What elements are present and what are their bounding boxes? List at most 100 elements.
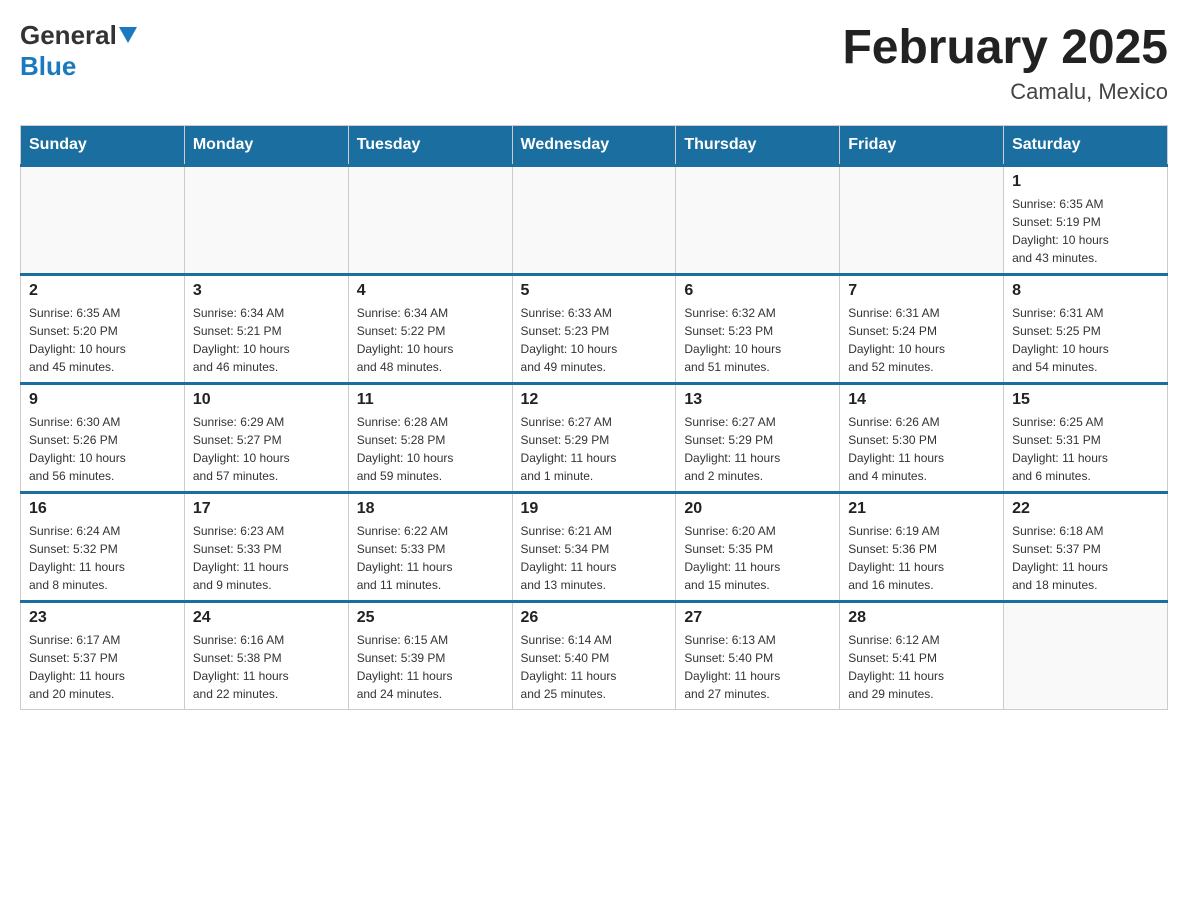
day-info: Sunrise: 6:23 AMSunset: 5:33 PMDaylight:… [193,522,340,594]
day-number: 8 [1012,282,1159,300]
calendar-cell [184,166,348,275]
calendar-cell: 17 Sunrise: 6:23 AMSunset: 5:33 PMDayligh… [184,493,348,602]
calendar-week-5: 23 Sunrise: 6:17 AMSunset: 5:37 PMDayligh… [21,602,1168,710]
calendar-cell: 27 Sunrise: 6:13 AMSunset: 5:40 PMDayligh… [676,602,840,710]
weekday-header-friday: Friday [840,126,1004,166]
calendar-cell: 20Sunrise: 6:20 AMSunset: 5:35 PMDayligh… [676,493,840,602]
day-info: Sunrise: 6:24 AMSunset: 5:32 PMDaylight:… [29,522,176,594]
day-info: Sunrise: 6:27 AMSunset: 5:29 PMDaylight:… [684,413,831,485]
calendar-cell: 1 Sunrise: 6:35 AMSunset: 5:19 PMDaylight… [1004,166,1168,275]
calendar-cell: 14 Sunrise: 6:26 AMSunset: 5:30 PMDayligh… [840,384,1004,493]
day-number: 12 [521,391,668,409]
calendar-week-3: 9 Sunrise: 6:30 AMSunset: 5:26 PMDaylight… [21,384,1168,493]
calendar-cell: 21Sunrise: 6:19 AMSunset: 5:36 PMDayligh… [840,493,1004,602]
weekday-header-sunday: Sunday [21,126,185,166]
day-number: 13 [684,391,831,409]
day-number: 1 [1012,173,1159,191]
day-number: 26 [521,609,668,627]
title-section: February 2025 Camalu, Mexico [842,20,1168,105]
calendar-cell [21,166,185,275]
day-info: Sunrise: 6:32 AMSunset: 5:23 PMDaylight:… [684,304,831,376]
day-number: 5 [521,282,668,300]
weekday-header-saturday: Saturday [1004,126,1168,166]
calendar-cell: 8 Sunrise: 6:31 AMSunset: 5:25 PMDaylight… [1004,275,1168,384]
calendar-cell: 2Sunrise: 6:35 AMSunset: 5:20 PMDaylight… [21,275,185,384]
calendar-cell: 26 Sunrise: 6:14 AMSunset: 5:40 PMDayligh… [512,602,676,710]
day-info: Sunrise: 6:26 AMSunset: 5:30 PMDaylight:… [848,413,995,485]
calendar-cell: 23 Sunrise: 6:17 AMSunset: 5:37 PMDayligh… [21,602,185,710]
location: Camalu, Mexico [842,79,1168,105]
day-number: 19 [521,500,668,518]
day-number: 14 [848,391,995,409]
day-info: Sunrise: 6:15 AMSunset: 5:39 PMDaylight:… [357,631,504,703]
day-number: 22 [1012,500,1159,518]
day-number: 10 [193,391,340,409]
day-number: 25 [357,609,504,627]
calendar-cell [1004,602,1168,710]
day-info: Sunrise: 6:13 AMSunset: 5:40 PMDaylight:… [684,631,831,703]
logo: General Blue [20,20,138,82]
calendar-cell: 25 Sunrise: 6:15 AMSunset: 5:39 PMDayligh… [348,602,512,710]
day-info: Sunrise: 6:34 AMSunset: 5:22 PMDaylight:… [357,304,504,376]
calendar-header: SundayMondayTuesdayWednesdayThursdayFrid… [21,126,1168,166]
day-number: 4 [357,282,504,300]
calendar-cell [840,166,1004,275]
day-info: Sunrise: 6:22 AMSunset: 5:33 PMDaylight:… [357,522,504,594]
calendar-cell: 28 Sunrise: 6:12 AMSunset: 5:41 PMDayligh… [840,602,1004,710]
day-info: Sunrise: 6:35 AMSunset: 5:20 PMDaylight:… [29,304,176,376]
calendar-cell: 18 Sunrise: 6:22 AMSunset: 5:33 PMDayligh… [348,493,512,602]
day-number: 21 [848,500,995,518]
day-number: 11 [357,391,504,409]
day-info: Sunrise: 6:30 AMSunset: 5:26 PMDaylight:… [29,413,176,485]
calendar-cell: 16 Sunrise: 6:24 AMSunset: 5:32 PMDayligh… [21,493,185,602]
day-info: Sunrise: 6:34 AMSunset: 5:21 PMDaylight:… [193,304,340,376]
calendar-table: SundayMondayTuesdayWednesdayThursdayFrid… [20,125,1168,710]
calendar-cell: 22 Sunrise: 6:18 AMSunset: 5:37 PMDayligh… [1004,493,1168,602]
day-info: Sunrise: 6:29 AMSunset: 5:27 PMDaylight:… [193,413,340,485]
day-number: 15 [1012,391,1159,409]
day-number: 7 [848,282,995,300]
calendar-week-1: 1 Sunrise: 6:35 AMSunset: 5:19 PMDaylight… [21,166,1168,275]
calendar-cell: 9 Sunrise: 6:30 AMSunset: 5:26 PMDaylight… [21,384,185,493]
day-info: Sunrise: 6:33 AMSunset: 5:23 PMDaylight:… [521,304,668,376]
day-info: Sunrise: 6:16 AMSunset: 5:38 PMDaylight:… [193,631,340,703]
day-info: Sunrise: 6:17 AMSunset: 5:37 PMDaylight:… [29,631,176,703]
calendar-cell [676,166,840,275]
day-number: 3 [193,282,340,300]
header-row: SundayMondayTuesdayWednesdayThursdayFrid… [21,126,1168,166]
day-info: Sunrise: 6:35 AMSunset: 5:19 PMDaylight:… [1012,195,1159,267]
page-header: General Blue February 2025 Camalu, Mexic… [20,20,1168,105]
calendar-cell: 6Sunrise: 6:32 AMSunset: 5:23 PMDaylight… [676,275,840,384]
weekday-header-monday: Monday [184,126,348,166]
day-number: 18 [357,500,504,518]
day-number: 9 [29,391,176,409]
day-number: 16 [29,500,176,518]
day-number: 23 [29,609,176,627]
logo-blue-text [117,27,138,45]
day-info: Sunrise: 6:31 AMSunset: 5:24 PMDaylight:… [848,304,995,376]
day-info: Sunrise: 6:12 AMSunset: 5:41 PMDaylight:… [848,631,995,703]
calendar-cell: 24 Sunrise: 6:16 AMSunset: 5:38 PMDayligh… [184,602,348,710]
calendar-cell: 10 Sunrise: 6:29 AMSunset: 5:27 PMDayligh… [184,384,348,493]
day-number: 24 [193,609,340,627]
day-number: 28 [848,609,995,627]
calendar-cell: 4 Sunrise: 6:34 AMSunset: 5:22 PMDaylight… [348,275,512,384]
calendar-cell: 3 Sunrise: 6:34 AMSunset: 5:21 PMDaylight… [184,275,348,384]
calendar-week-2: 2Sunrise: 6:35 AMSunset: 5:20 PMDaylight… [21,275,1168,384]
weekday-header-wednesday: Wednesday [512,126,676,166]
day-info: Sunrise: 6:18 AMSunset: 5:37 PMDaylight:… [1012,522,1159,594]
day-info: Sunrise: 6:28 AMSunset: 5:28 PMDaylight:… [357,413,504,485]
logo-blue-word: Blue [20,51,76,81]
day-info: Sunrise: 6:25 AMSunset: 5:31 PMDaylight:… [1012,413,1159,485]
day-number: 17 [193,500,340,518]
logo-general-text: General [20,20,117,51]
month-title: February 2025 [842,20,1168,75]
calendar-cell [512,166,676,275]
day-info: Sunrise: 6:14 AMSunset: 5:40 PMDaylight:… [521,631,668,703]
day-number: 27 [684,609,831,627]
day-number: 20 [684,500,831,518]
day-info: Sunrise: 6:31 AMSunset: 5:25 PMDaylight:… [1012,304,1159,376]
calendar-cell: 15 Sunrise: 6:25 AMSunset: 5:31 PMDayligh… [1004,384,1168,493]
calendar-cell: 19Sunrise: 6:21 AMSunset: 5:34 PMDayligh… [512,493,676,602]
day-info: Sunrise: 6:27 AMSunset: 5:29 PMDaylight:… [521,413,668,485]
